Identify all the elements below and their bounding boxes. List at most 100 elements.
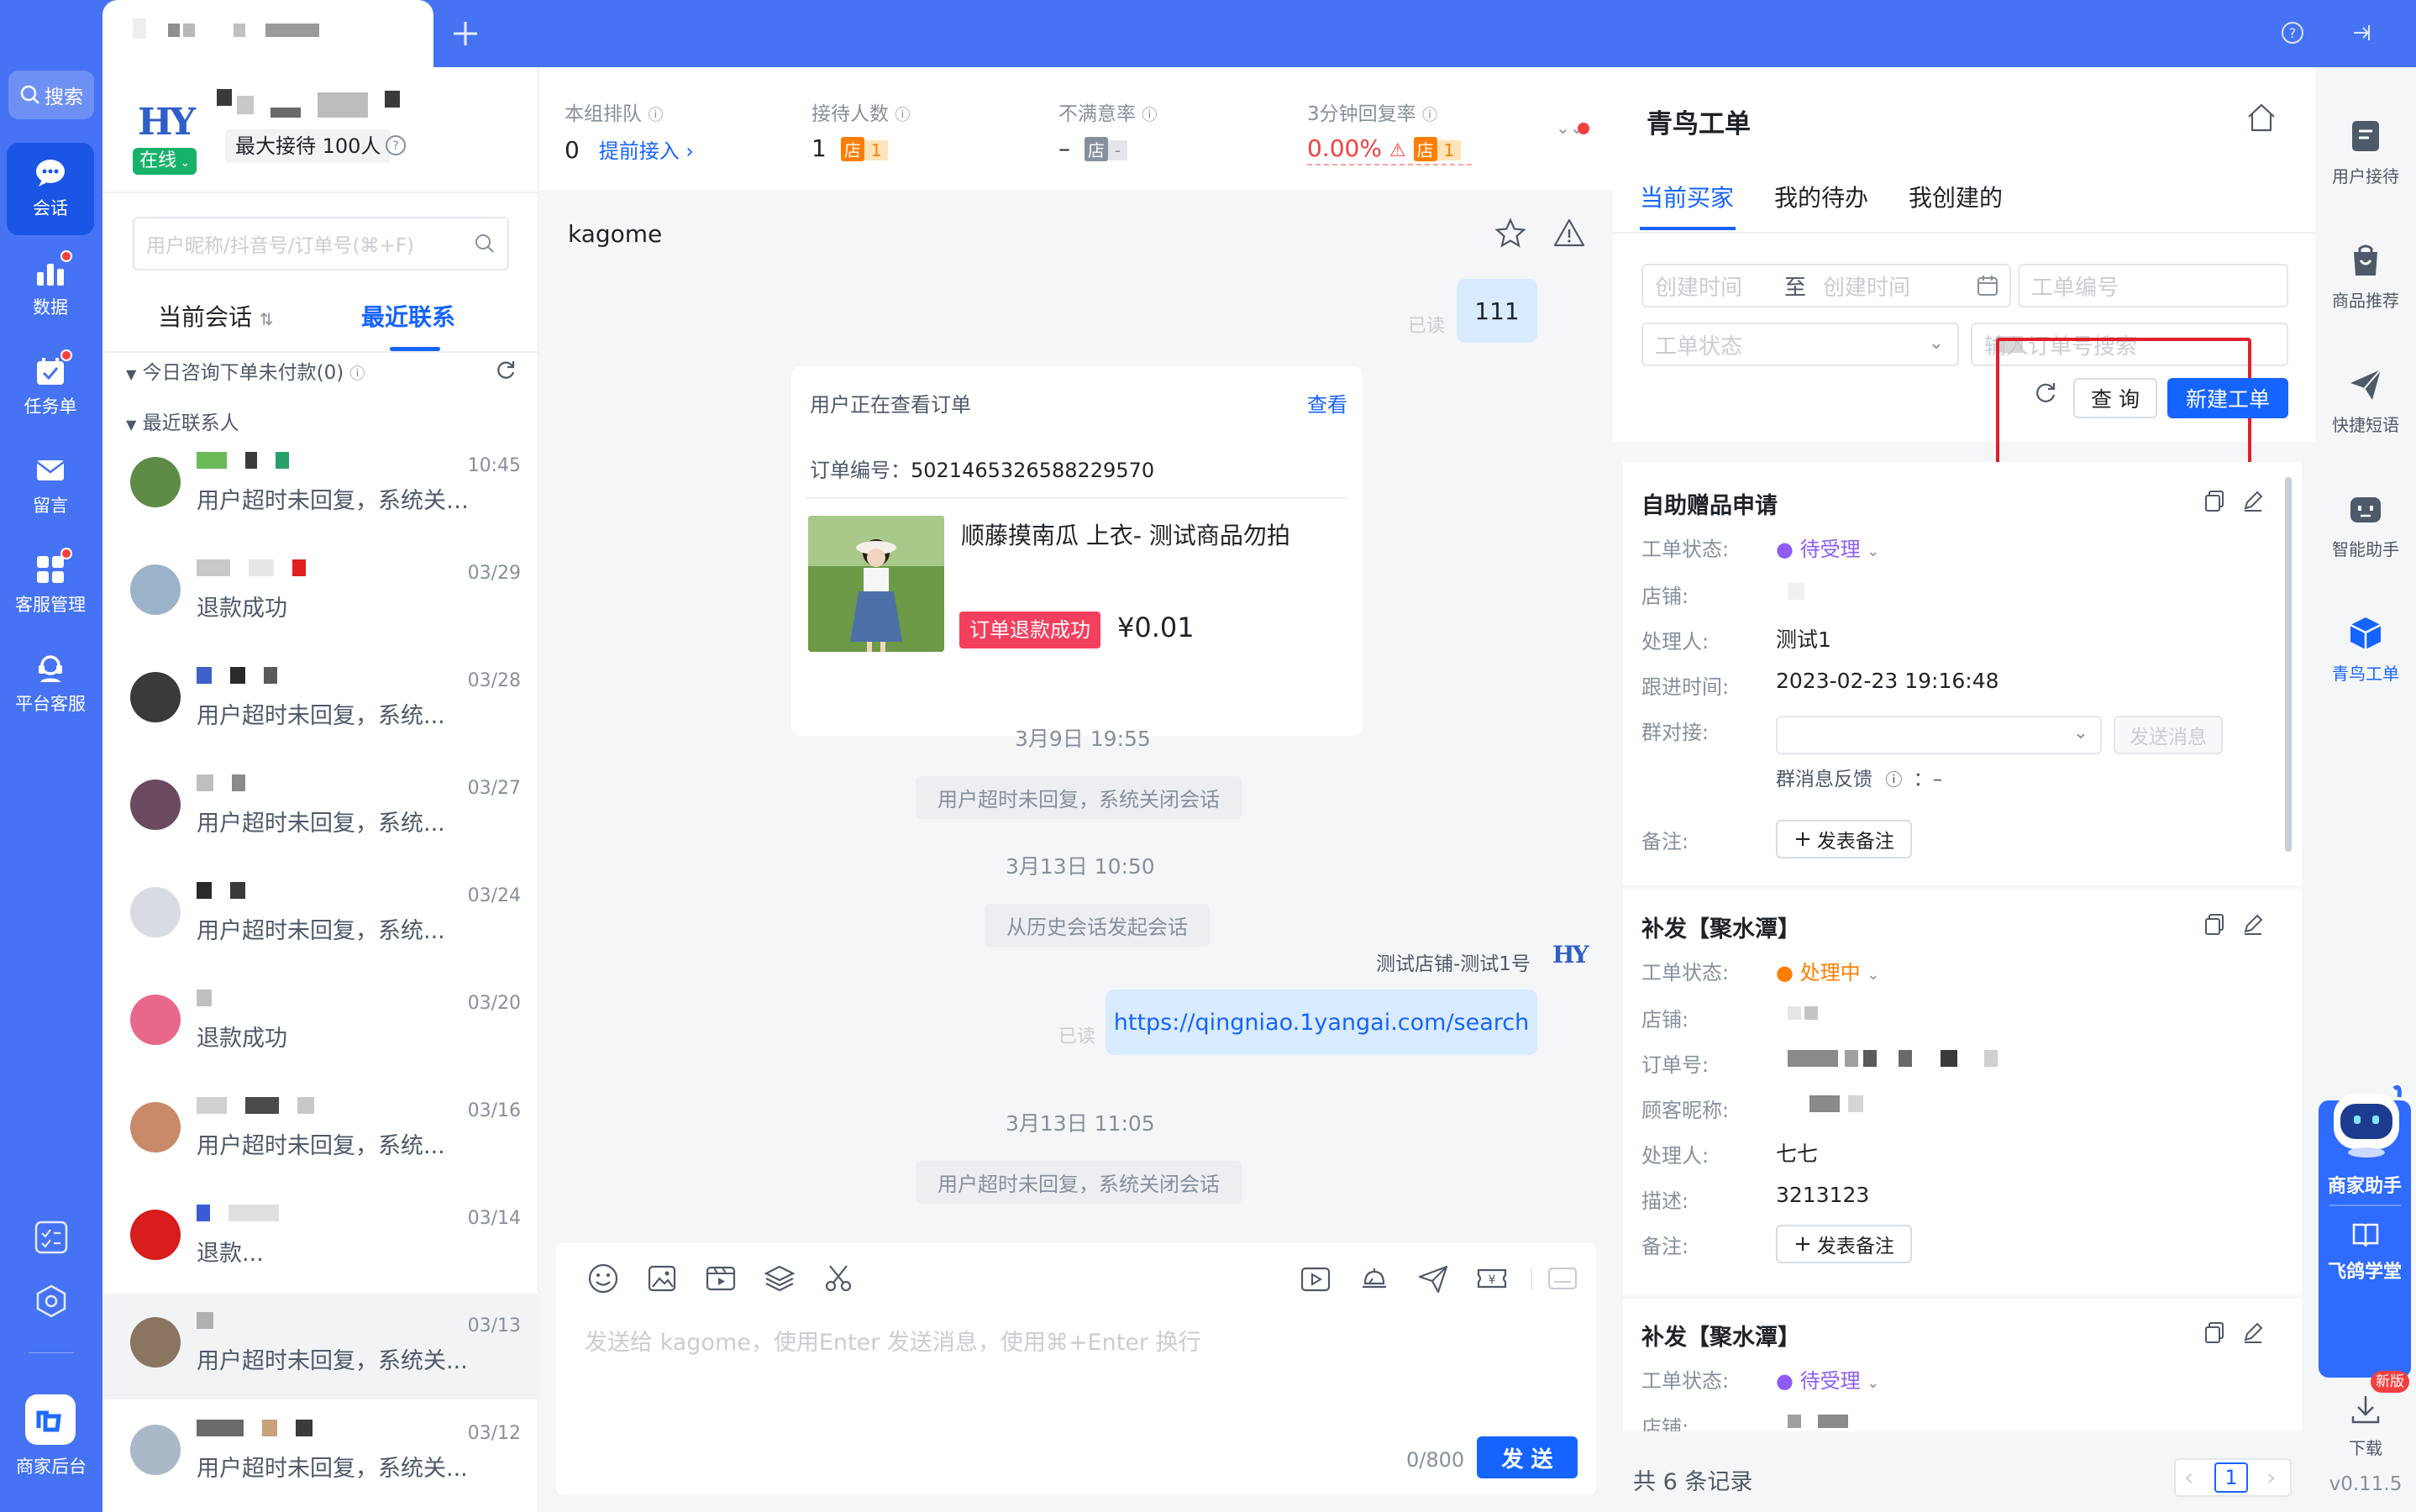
next-page-icon[interactable]: › [2266,1463,2276,1491]
char-counter: 0/800 [1406,1448,1465,1472]
contact-row[interactable]: 03/14 退款... [102,1186,539,1292]
image-icon[interactable] [645,1262,679,1295]
tab-current-sessions[interactable]: 当前会话 ⇅ [158,299,274,333]
work-order-status-select[interactable]: 工单状态 ⌄ [1641,323,1959,366]
contact-avatar [130,1425,181,1475]
contact-row[interactable]: 03/13 用户超时未回复，系统关... [102,1294,539,1399]
contact-row[interactable]: 03/12 用户超时未回复，系统关... [102,1401,539,1507]
academy-label[interactable]: 飞鸽学堂 [2319,1257,2411,1284]
contact-row[interactable]: 03/27 用户超时未回复，系统... [102,756,539,862]
group-select[interactable]: ⌄ [1776,716,2102,754]
edit-icon[interactable] [2241,912,2265,936]
star-icon[interactable] [1494,217,1527,250]
contact-row[interactable]: 03/28 用户超时未回复，系统... [102,648,539,754]
product-image[interactable] [808,516,944,652]
scrollbar[interactable] [2285,477,2292,852]
section-today-unpaid[interactable]: ▼ 今日咨询下单未付款(0) ⓘ [126,356,365,385]
emoji-icon[interactable] [586,1262,620,1295]
tab-current-buyer[interactable]: 当前买家 [1640,180,1734,213]
query-button[interactable]: 查 询 [2073,378,2157,418]
send-plane-icon[interactable] [1416,1262,1450,1295]
layers-icon[interactable] [763,1262,796,1295]
video-play-icon[interactable] [1299,1262,1332,1295]
notification-dot [60,548,72,559]
paper-plane-icon [2350,369,2382,400]
nav-item-cs-management[interactable]: 客服管理 [7,539,94,632]
online-status-dropdown[interactable]: 在线 ⌄ [133,148,197,175]
work-order-number-input[interactable]: 工单编号 [2018,264,2288,307]
send-message-button[interactable]: 发送消息 [2114,716,2223,754]
assistant-widget[interactable]: 商家助手 飞鸽学堂 [2319,1084,2411,1378]
status-dropdown[interactable]: ● 待受理 ⌄ [1776,1364,1879,1394]
scissors-icon[interactable] [822,1262,855,1295]
contact-row[interactable]: 03/20 退款成功 [102,971,539,1077]
service-bell-icon[interactable] [1358,1262,1391,1295]
tab-recent-contacts[interactable]: 最近联系 [361,299,455,333]
nav-item-data[interactable]: 数据 [7,242,94,334]
home-icon[interactable] [2245,101,2278,134]
field-label: 店铺: [1641,1008,1689,1032]
status-dropdown[interactable]: ● 待受理 ⌄ [1776,533,1879,562]
video-icon[interactable] [704,1262,738,1295]
download-icon[interactable] [2349,1393,2382,1426]
status-value: 待受理 [1799,1369,1861,1393]
rail-product-recommend[interactable]: 商品推荐 [2315,242,2416,312]
tab-my-todo[interactable]: 我的待办 [1774,180,1868,213]
send-button[interactable]: 发 送 [1477,1436,1578,1478]
report-warning-icon[interactable] [1552,217,1586,250]
agent-sender-name: 测试店铺-测试1号 [1376,953,1531,975]
nav-item-platform-cs[interactable]: 平台客服 [7,638,94,731]
rail-user-reception[interactable]: 用户接待 [2315,118,2416,187]
rail-smart-assistant[interactable]: 智能助手 [2315,491,2416,560]
copy-icon[interactable] [2203,489,2226,512]
contact-row[interactable]: 03/29 退款成功 [102,541,539,647]
nav-item-tasks[interactable]: 任务单 [7,341,94,433]
coupon-icon[interactable]: ¥ [1475,1262,1509,1295]
logout-icon[interactable] [2349,20,2376,45]
create-time-range[interactable]: 创建时间 至 创建时间 [1641,264,2011,307]
chat-link-message[interactable]: https://qingniao.1yangai.com/search [1106,990,1537,1055]
contact-preview: 退款成功 [197,596,287,622]
tab-created-by-me[interactable]: 我创建的 [1909,180,2003,213]
account-tab[interactable] [102,0,433,67]
add-remark-button[interactable]: + 发表备注 [1776,1225,1912,1263]
help-icon[interactable]: ? [2280,20,2305,45]
rail-work-order[interactable]: 青鸟工单 [2315,615,2416,685]
new-work-order-button[interactable]: 新建工单 [2167,378,2288,418]
contact-row[interactable]: 10:45 用户超时未回复，系统关… [102,433,539,539]
add-tab-icon[interactable] [450,18,481,49]
reset-refresh-icon[interactable] [2033,380,2058,405]
settings-hex-icon[interactable] [34,1284,69,1319]
message-input[interactable]: 发送给 kagome，使用Enter 发送消息，使用⌘+Enter 换行 [585,1324,1201,1357]
early-access-link[interactable]: 提前接入 › [599,139,694,163]
contact-row[interactable]: 03/24 用户超时未回复，系统... [102,864,539,969]
add-remark-button[interactable]: + 发表备注 [1776,820,1912,858]
message-composer: ¥ 发送给 kagome，使用Enter 发送消息，使用⌘+Enter 换行 0… [556,1243,1596,1495]
checklist-icon[interactable] [34,1220,69,1255]
keyboard-icon[interactable] [1546,1262,1579,1295]
nav-item-messages[interactable]: 留言 [7,440,94,533]
blurred-agent-name [385,91,400,108]
mail-icon [36,460,65,480]
contact-row[interactable]: 03/16 用户超时未回复，系统... [102,1079,539,1184]
shop-tag: 店 [1413,137,1437,161]
prev-page-icon[interactable]: ‹ [2184,1463,2193,1491]
refresh-icon[interactable] [494,358,517,381]
rail-quick-phrases[interactable]: 快捷短语 [2315,366,2416,436]
contact-name-blurred [197,774,348,793]
nav-item-chat[interactable]: 会话 [7,143,94,235]
status-dropdown[interactable]: ● 处理中 ⌄ [1776,956,1879,985]
contact-search-input[interactable]: 用户昵称/抖音号/订单号(⌘+F) [133,217,509,270]
section-recent-contacts[interactable]: ▼ 最近联系人 [126,407,239,435]
info-icon[interactable]: ? [385,134,407,156]
edit-icon[interactable] [2241,1320,2265,1344]
order-number-value: 5021465326588229570 [911,459,1155,482]
copy-icon[interactable] [2203,1320,2226,1344]
merchant-backend-button[interactable] [20,1394,81,1446]
search-button[interactable]: 搜索 [8,71,94,119]
current-page[interactable]: 1 [2214,1462,2248,1493]
edit-icon[interactable] [2241,489,2265,512]
divider [2329,1205,2401,1206]
copy-icon[interactable] [2203,912,2226,936]
view-order-link[interactable]: 查看 [1307,388,1347,417]
